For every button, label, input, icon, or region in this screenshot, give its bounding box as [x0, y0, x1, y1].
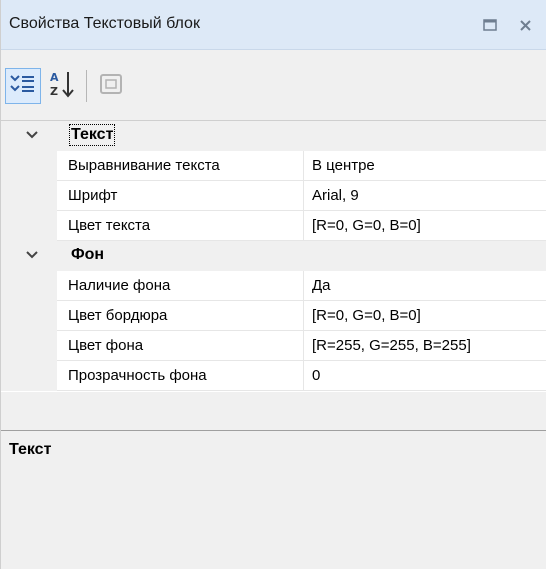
property-value: [R=0, G=0, B=0]: [312, 217, 421, 234]
category-row-background[interactable]: Фон: [1, 241, 546, 271]
property-pages-button[interactable]: [93, 68, 129, 104]
property-value: В центре: [312, 157, 375, 174]
property-value: [R=255, G=255, B=255]: [312, 337, 471, 354]
property-value: 0: [312, 367, 321, 384]
svg-text:A: A: [50, 71, 59, 84]
sort-alphabetical-icon: A Z: [49, 69, 77, 104]
property-row[interactable]: Наличие фона Да: [1, 271, 546, 301]
panel-titlebar[interactable]: Свойства Текстовый блок: [1, 0, 546, 50]
categorized-view-icon: [9, 72, 37, 101]
chevron-down-icon[interactable]: [25, 248, 39, 262]
property-row[interactable]: Цвет текста [R=0, G=0, B=0]: [1, 211, 546, 241]
property-value: Arial, 9: [312, 187, 359, 204]
property-name: Наличие фона: [68, 277, 171, 294]
restore-window-icon[interactable]: [479, 14, 501, 36]
toolbar-separator: [86, 70, 87, 102]
property-row[interactable]: Выравнивание текста В центре: [1, 151, 546, 181]
property-row[interactable]: Шрифт Arial, 9: [1, 181, 546, 211]
categorized-view-button[interactable]: [5, 68, 41, 104]
property-value: Да: [312, 277, 331, 294]
grid-empty-area: [1, 392, 546, 413]
property-value: [R=0, G=0, B=0]: [312, 307, 421, 324]
category-row-text[interactable]: Текст: [1, 121, 546, 151]
alphabetical-sort-button[interactable]: A Z: [45, 68, 81, 104]
property-row[interactable]: Цвет фона [R=255, G=255, B=255]: [1, 331, 546, 361]
property-pages-icon: [99, 73, 123, 100]
svg-text:Z: Z: [50, 85, 58, 98]
property-row[interactable]: Прозрачность фона 0: [1, 361, 546, 391]
chevron-down-icon[interactable]: [25, 128, 39, 142]
category-label: Фон: [71, 246, 105, 263]
property-name: Шрифт: [68, 187, 118, 204]
property-grid: Текст Выравнивание текста В центре Шрифт…: [1, 120, 546, 413]
property-name: Выравнивание текста: [68, 157, 220, 174]
panel-title: Свойства Текстовый блок: [9, 15, 200, 32]
property-name: Цвет текста: [68, 217, 151, 234]
property-name: Цвет фона: [68, 337, 144, 354]
property-row[interactable]: Цвет бордюра [R=0, G=0, B=0]: [1, 301, 546, 331]
category-label: Текст: [68, 124, 116, 146]
property-toolbar: A Z: [1, 50, 546, 120]
close-icon[interactable]: [514, 14, 536, 36]
description-pane: Текст: [1, 430, 546, 569]
property-name: Цвет бордюра: [68, 307, 168, 324]
description-title: Текст: [9, 441, 52, 458]
property-name: Прозрачность фона: [68, 367, 207, 384]
properties-panel: Свойства Текстовый блок A Z Текст Выравн…: [0, 0, 546, 569]
